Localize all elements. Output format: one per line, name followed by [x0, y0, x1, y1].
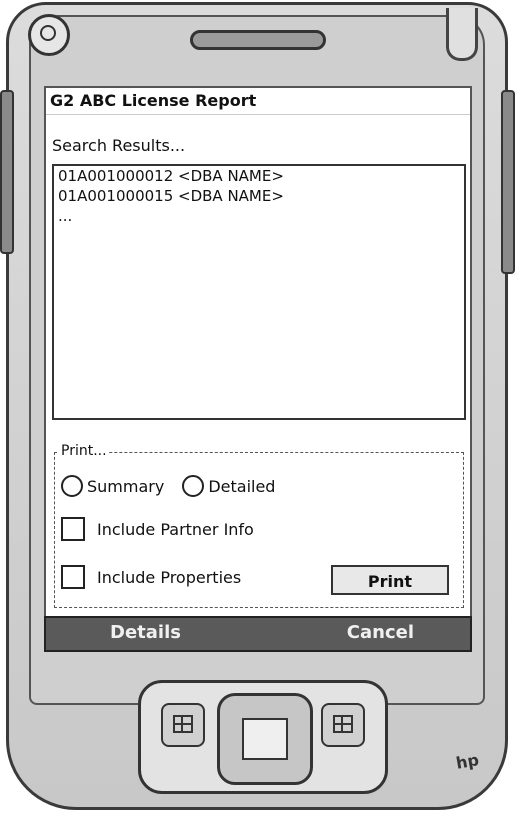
- windows-icon: [173, 715, 193, 733]
- ok-key[interactable]: [321, 703, 365, 747]
- properties-check-row: Include Properties: [61, 565, 241, 589]
- print-options-group: Print... Summary Detailed Include Partne…: [54, 443, 464, 608]
- summary-radio-label[interactable]: Summary: [87, 477, 164, 496]
- windows-icon: [333, 715, 353, 733]
- result-item[interactable]: 01A001000012 <DBA NAME>: [54, 166, 464, 186]
- hardware-keypad: [138, 680, 388, 794]
- include-partner-label[interactable]: Include Partner Info: [97, 520, 254, 539]
- print-button[interactable]: Print: [331, 565, 449, 595]
- navigation-dpad[interactable]: [217, 693, 313, 785]
- partner-check-row: Include Partner Info: [61, 517, 254, 541]
- results-listbox[interactable]: 01A001000012 <DBA NAME> 01A001000015 <DB…: [52, 164, 466, 420]
- start-key[interactable]: [161, 703, 205, 747]
- detailed-radio[interactable]: [182, 475, 205, 497]
- detailed-radio-label[interactable]: Detailed: [208, 477, 275, 496]
- title-bar: G2 ABC License Report: [46, 88, 470, 115]
- window-title: G2 ABC License Report: [50, 91, 257, 110]
- details-softkey[interactable]: Details: [110, 622, 181, 643]
- speaker-grille: [190, 30, 326, 50]
- power-button-icon[interactable]: [28, 14, 70, 56]
- format-radio-row: Summary Detailed: [61, 475, 293, 497]
- result-item[interactable]: ...: [54, 206, 464, 226]
- side-button-right[interactable]: [501, 90, 515, 274]
- hp-logo-icon: hp: [454, 750, 481, 773]
- include-properties-label[interactable]: Include Properties: [97, 568, 241, 587]
- result-item[interactable]: 01A001000015 <DBA NAME>: [54, 186, 464, 206]
- include-properties-checkbox[interactable]: [61, 565, 85, 589]
- device-screen: G2 ABC License Report Search Results... …: [44, 86, 472, 622]
- side-button-left[interactable]: [0, 90, 14, 254]
- print-group-legend: Print...: [59, 443, 109, 459]
- stylus-slot: [446, 8, 478, 61]
- summary-radio[interactable]: [61, 475, 83, 497]
- dpad-center-button[interactable]: [242, 718, 288, 760]
- search-results-label: Search Results...: [52, 136, 186, 155]
- softkey-bar: Details Cancel: [44, 616, 472, 652]
- include-partner-checkbox[interactable]: [61, 517, 85, 541]
- cancel-softkey[interactable]: Cancel: [347, 622, 414, 643]
